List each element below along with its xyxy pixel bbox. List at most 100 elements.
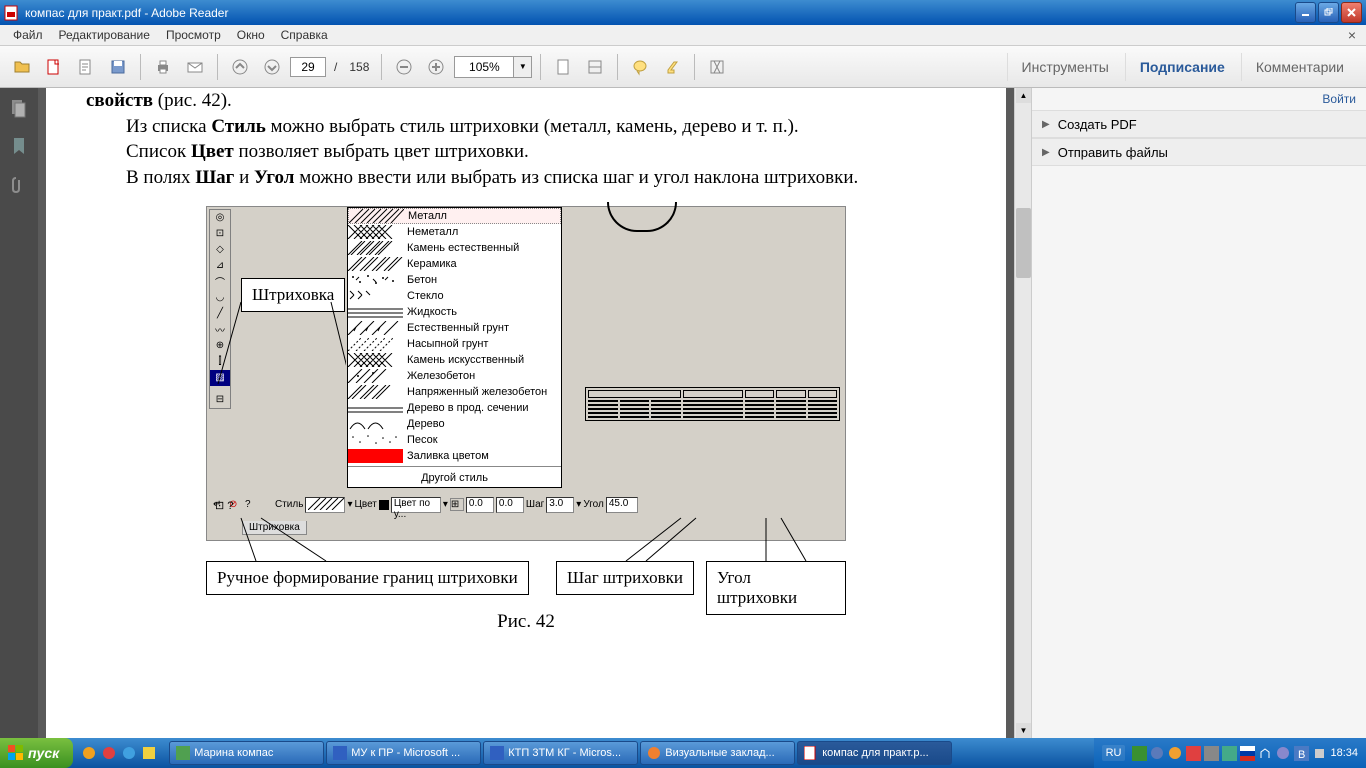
- read-mode-button[interactable]: [703, 53, 731, 81]
- tab-comments[interactable]: Комментарии: [1241, 53, 1358, 81]
- tray-icon[interactable]: [1204, 746, 1219, 761]
- angle-field[interactable]: 45.0: [606, 497, 638, 513]
- dropdown-item[interactable]: Естественный грунт: [348, 320, 561, 336]
- tool-icon[interactable]: ⊕: [210, 338, 230, 354]
- tray-icon[interactable]: [1312, 746, 1327, 761]
- thumbnails-icon[interactable]: [9, 98, 29, 118]
- tray-icon[interactable]: [1168, 746, 1183, 761]
- style-dropdown[interactable]: Металл Неметалл Камень естественный Кера…: [347, 207, 562, 488]
- tool-icon[interactable]: ⊿: [210, 258, 230, 274]
- page-down-button[interactable]: [258, 53, 286, 81]
- task-item[interactable]: Марина компас: [169, 741, 324, 765]
- email-button[interactable]: [181, 53, 209, 81]
- step-field[interactable]: 3.0: [546, 497, 574, 513]
- task-item[interactable]: МУ к ПР - Microsoft ...: [326, 741, 481, 765]
- dropdown-item-metal[interactable]: Металл: [348, 208, 561, 224]
- tool-icon[interactable]: 〰: [210, 322, 230, 338]
- scroll-thumb[interactable]: [1016, 208, 1031, 278]
- tray-icon[interactable]: [1222, 746, 1237, 761]
- step-arrow-icon[interactable]: ▾: [576, 499, 581, 510]
- tab-sign[interactable]: Подписание: [1125, 53, 1239, 81]
- dropdown-item[interactable]: Дерево в прод. сечении: [348, 400, 561, 416]
- fit-width-button[interactable]: [581, 53, 609, 81]
- dropdown-item[interactable]: Камень искусственный: [348, 352, 561, 368]
- tool-icon[interactable]: ⊟: [210, 392, 230, 408]
- dropdown-item[interactable]: Напряженный железобетон: [348, 384, 561, 400]
- dropdown-item[interactable]: Железобетон: [348, 368, 561, 384]
- language-indicator[interactable]: RU: [1102, 745, 1126, 761]
- style-arrow-icon[interactable]: ▾: [347, 499, 352, 510]
- attachments-icon[interactable]: [9, 174, 29, 194]
- ql-icon[interactable]: [101, 745, 117, 761]
- panel-send-files[interactable]: ▶Отправить файлы: [1032, 138, 1366, 166]
- comment-button[interactable]: [626, 53, 654, 81]
- scroll-up-icon[interactable]: ▲: [1016, 88, 1031, 103]
- content-area[interactable]: свойств (рис. 42). Из списка Стиль можно…: [38, 88, 1014, 738]
- coord-y-field[interactable]: 0.0: [496, 497, 524, 513]
- tool-icon[interactable]: ◡: [210, 290, 230, 306]
- menu-edit[interactable]: Редактирование: [51, 25, 158, 45]
- dropdown-item[interactable]: Дерево: [348, 416, 561, 432]
- hatch-tool-icon[interactable]: ▨: [210, 370, 230, 386]
- close-button[interactable]: [1341, 2, 1362, 23]
- tray-icon[interactable]: B: [1294, 746, 1309, 761]
- color-arrow-icon[interactable]: ▾: [443, 499, 448, 510]
- tool-icon[interactable]: ⊡: [210, 226, 230, 242]
- fit-page-button[interactable]: [549, 53, 577, 81]
- create-pdf-button[interactable]: [40, 53, 68, 81]
- minimize-button[interactable]: [1295, 2, 1316, 23]
- menu-window[interactable]: Окно: [229, 25, 273, 45]
- tool-icon[interactable]: ◎: [210, 210, 230, 226]
- ql-icon[interactable]: [121, 745, 137, 761]
- open-button[interactable]: [8, 53, 36, 81]
- zoom-in-button[interactable]: [422, 53, 450, 81]
- zoom-select[interactable]: [454, 56, 514, 78]
- dropdown-item[interactable]: Бетон: [348, 272, 561, 288]
- dropdown-item[interactable]: Керамика: [348, 256, 561, 272]
- scroll-down-icon[interactable]: ▼: [1016, 723, 1031, 738]
- coord-x-field[interactable]: 0.0: [466, 497, 494, 513]
- dropdown-item[interactable]: Стекло: [348, 288, 561, 304]
- tray-icon[interactable]: [1240, 746, 1255, 761]
- bookmarks-icon[interactable]: [9, 136, 29, 156]
- tool-icon[interactable]: ⫿: [210, 354, 230, 370]
- maximize-button[interactable]: [1318, 2, 1339, 23]
- save-button[interactable]: [104, 53, 132, 81]
- login-link[interactable]: Войти: [1322, 92, 1356, 106]
- clock[interactable]: 18:34: [1330, 747, 1358, 759]
- ql-icon[interactable]: [141, 745, 157, 761]
- task-item[interactable]: Визуальные заклад...: [640, 741, 795, 765]
- help-icons[interactable]: ⊡ ?: [215, 499, 233, 512]
- vertical-scrollbar[interactable]: ▲ ▼: [1014, 88, 1031, 738]
- menu-close-icon[interactable]: ×: [1343, 27, 1361, 43]
- compas-tab[interactable]: Штриховка: [242, 521, 307, 535]
- tray-icon[interactable]: [1276, 746, 1291, 761]
- menu-help[interactable]: Справка: [273, 25, 336, 45]
- tool-icon[interactable]: ╱: [210, 306, 230, 322]
- dropdown-item[interactable]: Камень естественный: [348, 240, 561, 256]
- start-button[interactable]: пуск: [0, 738, 73, 768]
- task-item-active[interactable]: компас для практ.p...: [797, 741, 952, 765]
- tray-icon[interactable]: [1258, 746, 1273, 761]
- menu-view[interactable]: Просмотр: [158, 25, 229, 45]
- zoom-out-button[interactable]: [390, 53, 418, 81]
- dropdown-item[interactable]: Насыпной грунт: [348, 336, 561, 352]
- dropdown-item[interactable]: Жидкость: [348, 304, 561, 320]
- tray-icon[interactable]: [1186, 746, 1201, 761]
- tray-icon[interactable]: [1150, 746, 1165, 761]
- task-item[interactable]: КТП 3ТМ КГ - Micros...: [483, 741, 638, 765]
- dropdown-item[interactable]: Неметалл: [348, 224, 561, 240]
- page-input[interactable]: [290, 57, 326, 77]
- style-field[interactable]: [305, 497, 345, 513]
- menu-file[interactable]: Файл: [5, 25, 51, 45]
- tool-icon[interactable]: ◇: [210, 242, 230, 258]
- zoom-dropdown-icon[interactable]: ▼: [514, 56, 532, 78]
- panel-create-pdf[interactable]: ▶Создать PDF: [1032, 110, 1366, 138]
- tool-icon[interactable]: ⌒: [210, 274, 230, 290]
- page-up-button[interactable]: [226, 53, 254, 81]
- dropdown-other[interactable]: Другой стиль: [348, 469, 561, 487]
- print-button[interactable]: [149, 53, 177, 81]
- tab-tools[interactable]: Инструменты: [1007, 53, 1123, 81]
- ql-icon[interactable]: [81, 745, 97, 761]
- highlight-button[interactable]: [658, 53, 686, 81]
